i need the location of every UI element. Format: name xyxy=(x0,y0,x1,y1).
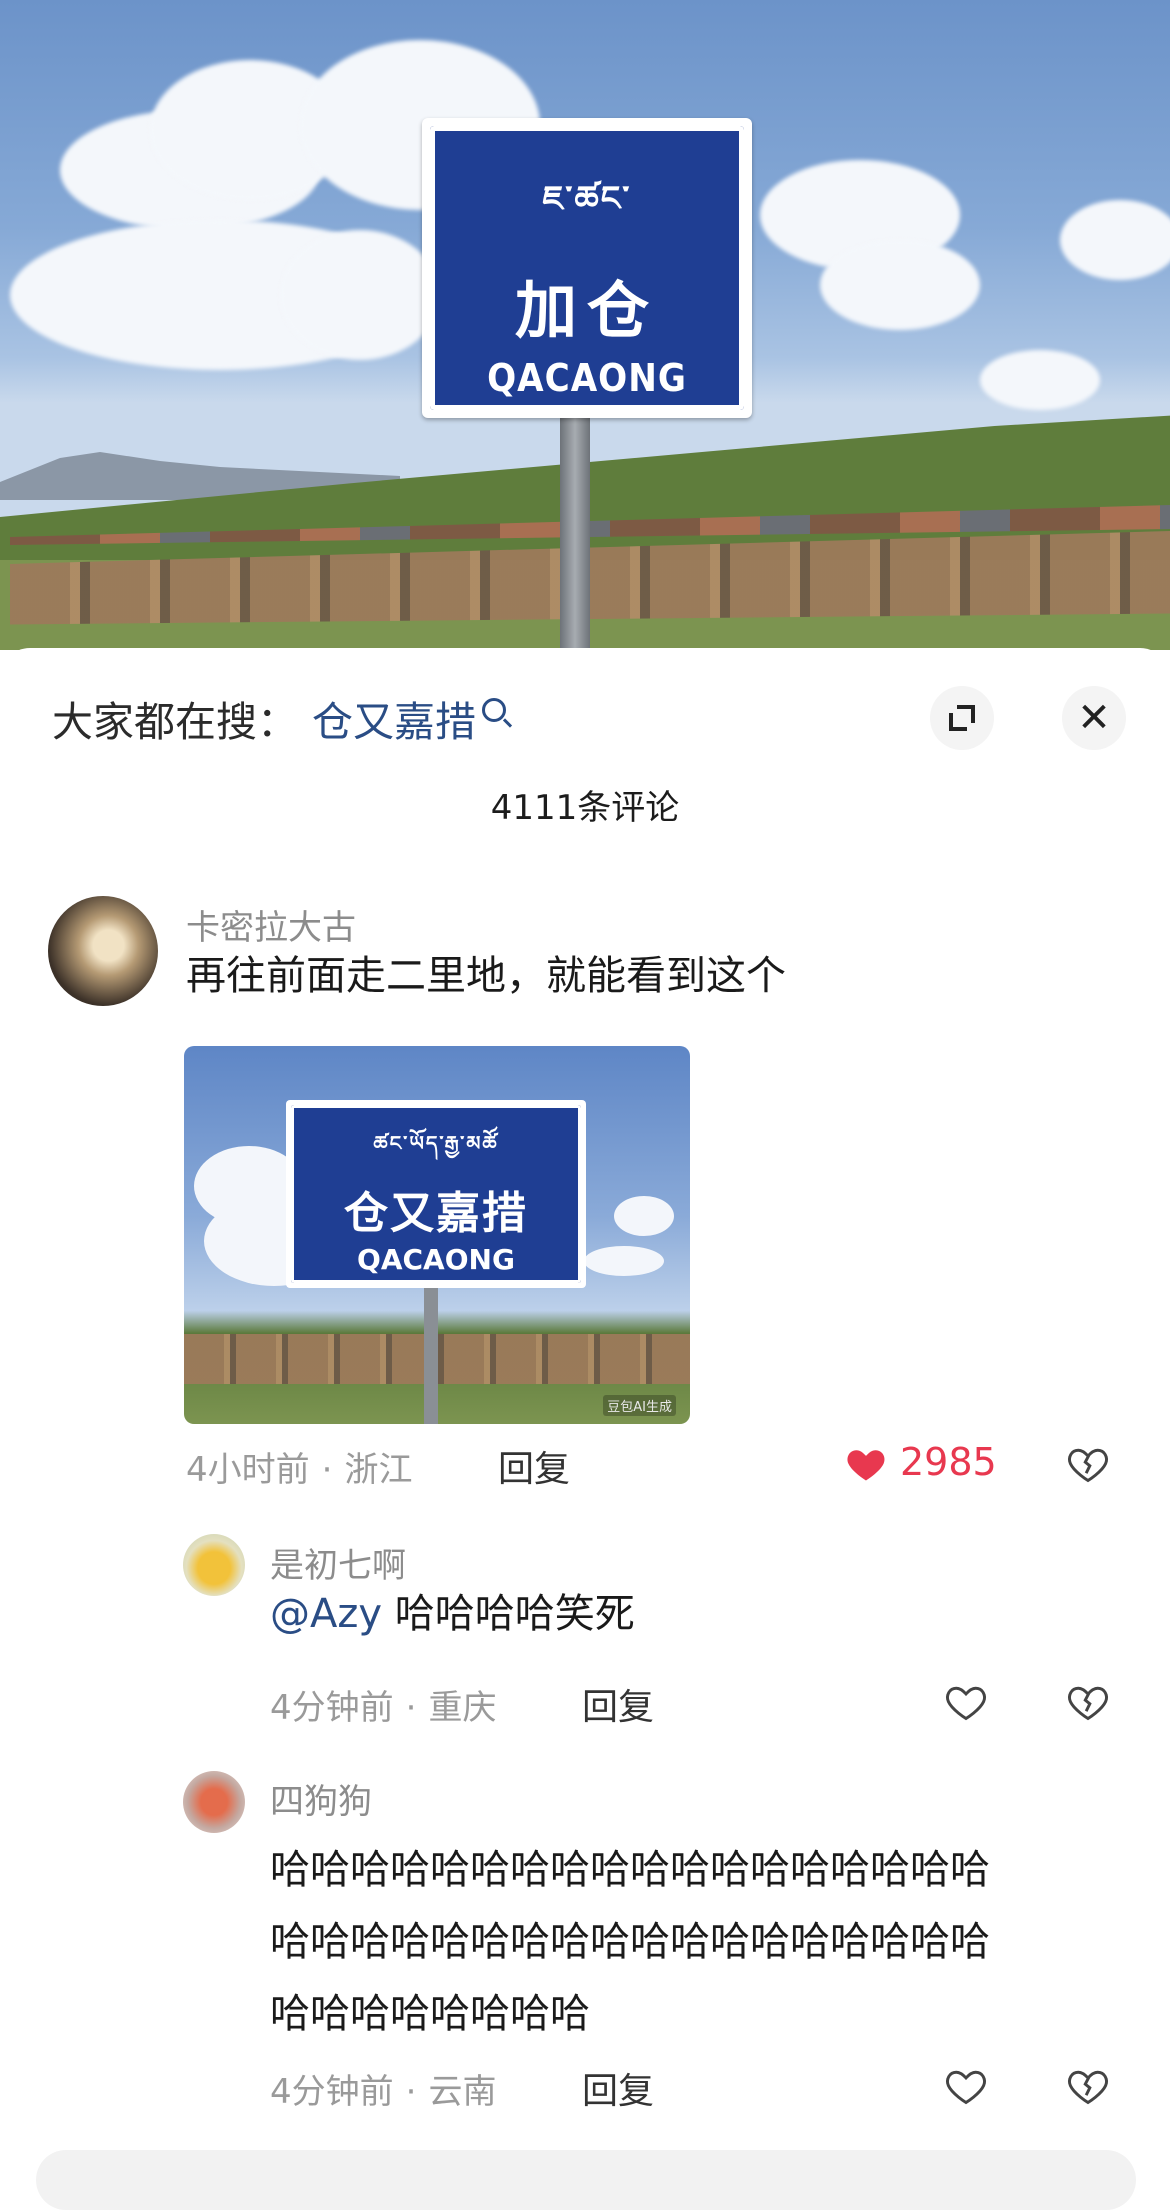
comment-username[interactable]: 四狗狗 xyxy=(270,1774,372,1823)
comment-input-bar[interactable] xyxy=(36,2150,1136,2210)
like-count: 2985 xyxy=(900,1440,997,1484)
comment-meta: 4分钟前 · 云南 xyxy=(270,2064,496,2113)
sign-tibetan-text: ཇ་ཚང་ xyxy=(542,179,632,219)
comment-meta: 4分钟前 · 重庆 xyxy=(270,1680,496,1729)
heart-outline-icon[interactable] xyxy=(944,1680,988,1724)
meta-dot: · xyxy=(321,1450,333,1490)
mention-link[interactable]: @Azy xyxy=(270,1591,382,1637)
comment-text-body: 哈哈哈哈笑死 xyxy=(382,1591,635,1637)
search-icon xyxy=(482,698,506,722)
reply-button[interactable]: 回复 xyxy=(498,1440,570,1492)
comment-time: 4分钟前 xyxy=(270,2072,394,2112)
avatar[interactable] xyxy=(183,1771,245,1833)
comment-image[interactable]: ཚང་ཡོད་རྒྱ་མཚོ 仓又嘉措 QACAONG 豆包AI生成 xyxy=(184,1046,690,1424)
header-photo: ཇ་ཚང་ 加仓 QACAONG xyxy=(0,0,1170,650)
meta-dot: · xyxy=(405,1688,417,1728)
dislike-icon[interactable] xyxy=(1066,1680,1110,1724)
sign-chinese-text: 加仓 xyxy=(514,274,659,347)
close-button[interactable]: ✕ xyxy=(1062,686,1126,750)
comment-text: @Azy 哈哈哈哈笑死 xyxy=(270,1578,635,1650)
comment-location: 浙江 xyxy=(344,1450,413,1490)
sign-english-text: QACAONG xyxy=(487,356,687,400)
close-icon: ✕ xyxy=(1077,695,1111,741)
expand-icon xyxy=(949,705,975,731)
comment-time: 4分钟前 xyxy=(270,1688,394,1728)
comment-location: 重庆 xyxy=(428,1688,497,1728)
image-sign-tibetan: ཚང་ཡོད་རྒྱ་མཚོ xyxy=(373,1131,499,1155)
reply-button[interactable]: 回复 xyxy=(582,2062,654,2114)
comment-count: 4111条评论 xyxy=(490,788,680,828)
search-suggestion-term[interactable]: 仓又嘉措 xyxy=(312,698,476,746)
avatar[interactable] xyxy=(48,896,158,1006)
comment-text-line: 哈哈哈哈哈哈哈哈哈哈哈哈哈哈哈哈哈哈 xyxy=(270,1919,990,1965)
heart-filled-icon[interactable] xyxy=(844,1442,888,1486)
comment-sheet: 大家都在搜： 仓又嘉措 ✕ 4111条评论 卡密拉大古 再往前面走二里地，就能看到… xyxy=(0,648,1170,2210)
comment-location: 云南 xyxy=(428,2072,497,2112)
dislike-icon[interactable] xyxy=(1066,1442,1110,1486)
search-suggestion[interactable]: 大家都在搜： 仓又嘉措 xyxy=(52,688,506,748)
ai-watermark: 豆包AI生成 xyxy=(603,1395,676,1416)
comment-meta: 4小时前 · 浙江 xyxy=(186,1442,412,1491)
comment-time: 4小时前 xyxy=(186,1450,310,1490)
comment-text-line: 哈哈哈哈哈哈哈哈 xyxy=(270,1991,590,2037)
heart-outline-icon[interactable] xyxy=(944,2064,988,2108)
avatar[interactable] xyxy=(183,1534,245,1596)
comment-text: 哈哈哈哈哈哈哈哈哈哈哈哈哈哈哈哈哈哈 哈哈哈哈哈哈哈哈哈哈哈哈哈哈哈哈哈哈 哈哈… xyxy=(270,1834,990,2050)
comment-text: 再往前面走二里地，就能看到这个 xyxy=(186,953,786,999)
meta-dot: · xyxy=(405,2072,417,2112)
search-suggestion-label: 大家都在搜： xyxy=(52,698,298,746)
dislike-icon[interactable] xyxy=(1066,2064,1110,2108)
road-sign: ཇ་ཚང་ 加仓 QACAONG xyxy=(422,118,752,418)
expand-button[interactable] xyxy=(930,686,994,750)
comment-text-line: 哈哈哈哈哈哈哈哈哈哈哈哈哈哈哈哈哈哈 xyxy=(270,1847,990,1893)
image-sign-english: QACAONG xyxy=(357,1243,515,1276)
image-sign-chinese: 仓又嘉措 xyxy=(344,1188,528,1239)
reply-button[interactable]: 回复 xyxy=(582,1678,654,1730)
